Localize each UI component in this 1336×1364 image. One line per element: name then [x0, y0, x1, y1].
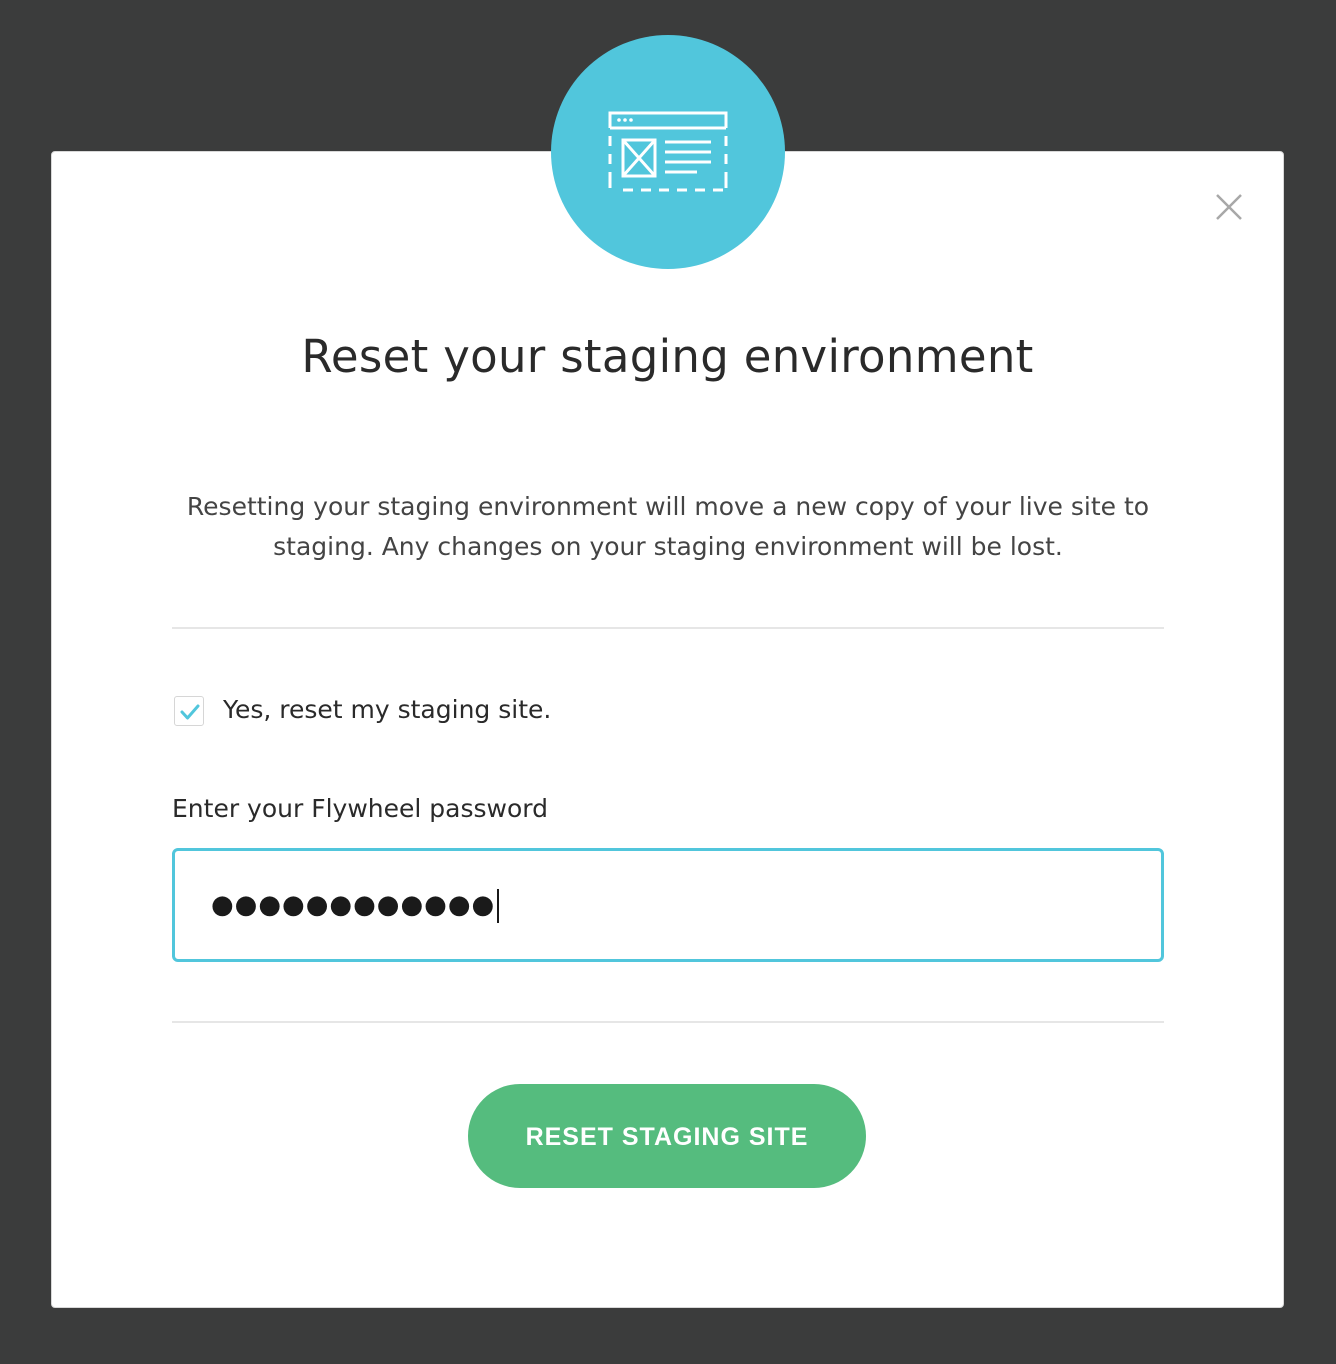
text-caret — [497, 888, 500, 923]
close-icon — [1216, 194, 1242, 220]
staging-site-layout-icon — [608, 111, 728, 192]
modal-title: Reset your staging environment — [301, 330, 1034, 383]
reset-staging-site-button[interactable]: RESET STAGING SITE — [468, 1084, 866, 1188]
divider-top — [172, 627, 1164, 629]
close-button[interactable] — [1213, 191, 1245, 223]
confirm-reset-checkbox[interactable] — [174, 696, 204, 726]
modal-header-badge — [551, 35, 785, 269]
password-input[interactable]: ●●●●●●●●●●●● — [172, 848, 1164, 962]
divider-bottom — [172, 1021, 1164, 1023]
password-label: Enter your Flywheel password — [172, 794, 548, 823]
modal-description: Resetting your staging environment will … — [186, 492, 1150, 561]
checkmark-icon — [180, 704, 200, 720]
password-masked-value: ●●●●●●●●●●●● — [211, 888, 500, 923]
confirm-reset-label[interactable]: Yes, reset my staging site. — [223, 693, 551, 727]
